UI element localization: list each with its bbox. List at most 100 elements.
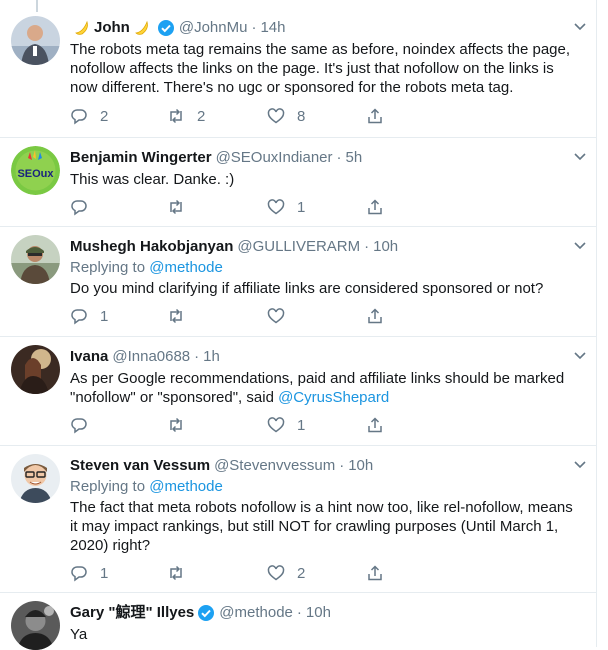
avatar[interactable] [11,345,60,394]
share-button[interactable] [366,197,384,217]
avatar[interactable] [11,235,60,284]
like-button[interactable]: 8 [267,106,305,126]
timestamp[interactable]: 5h [346,148,363,168]
chevron-down-icon[interactable] [572,347,588,363]
heart-icon [267,565,285,581]
author-handle[interactable]: @Stevenvvessum [214,456,335,476]
replying-to-link[interactable]: @methode [149,259,223,276]
retweet-button[interactable]: 2 [167,106,205,126]
replying-to-label: Replying to [70,478,146,495]
author-handle[interactable]: @methode [219,603,293,623]
like-button[interactable]: 1 [267,415,305,435]
tweet[interactable]: Mushegh Hakobjanyan @GULLIVERARM · 10h R… [0,227,596,337]
reply-count: 2 [100,107,109,125]
separator-dot: · [194,348,200,365]
retweet-icon [170,417,182,433]
tweet-actions: 1 2 [70,563,390,583]
like-count: 8 [297,107,306,125]
share-icon [368,308,382,324]
like-button[interactable]: 1 [267,197,305,217]
verified-badge-icon [198,605,215,621]
separator-dot: · [339,457,345,474]
share-button[interactable] [366,563,384,583]
retweet-icon [170,199,182,215]
chevron-down-icon[interactable] [572,148,588,164]
share-button[interactable] [366,306,384,326]
like-count: 1 [297,198,306,216]
share-button[interactable] [366,415,384,435]
retweet-count: 2 [197,107,206,125]
verified-badge-icon [157,20,174,36]
like-button[interactable] [267,306,297,326]
author-handle[interactable]: @SEOuxIndianer [216,148,333,168]
tweet-actions: 1 [70,306,390,326]
reply-icon [71,309,87,325]
reply-icon [71,200,87,216]
tweet-header: John @JohnMu · 14h [70,18,586,38]
reply-button[interactable]: 1 [70,306,108,326]
retweet-icon [170,565,182,581]
heart-icon [267,199,285,215]
timestamp[interactable]: 1h [203,347,220,367]
avatar[interactable] [11,16,60,65]
author-name[interactable]: Mushegh Hakobjanyan [70,237,233,257]
tweet-text: The robots meta tag remains the same as … [70,41,571,96]
tweet[interactable]: Gary "鯨理" Illyes @methode · 10h Ya [0,593,596,650]
share-icon [368,565,382,581]
like-button[interactable]: 2 [267,563,305,583]
tweet[interactable]: John @JohnMu · 14h The robots meta tag r… [0,0,596,137]
retweet-icon [170,308,182,324]
avatar[interactable]: SEOux [11,146,60,195]
banana-icon [75,20,88,35]
avatar[interactable] [11,454,60,503]
timestamp[interactable]: 10h [348,456,373,476]
like-count: 2 [297,564,306,582]
tweet-text: Do you mind clarifying if affiliate link… [70,280,544,297]
tweet-thread: John @JohnMu · 14h The robots meta tag r… [0,0,597,650]
tweet[interactable]: Steven van Vessum @Stevenvvessum · 10h R… [0,446,596,593]
author-handle[interactable]: @GULLIVERARM [237,237,360,257]
reply-button[interactable]: 1 [70,563,108,583]
tweet-text: As per Google recommendations, paid and … [70,369,576,407]
separator-dot: · [364,238,370,255]
author-name[interactable]: Gary "鯨理" Illyes [70,603,194,623]
tweet-header: Gary "鯨理" Illyes @methode · 10h [70,603,576,623]
tweet-header: Steven van Vessum @Stevenvvessum · 10h [70,456,586,476]
chevron-down-icon[interactable] [572,456,588,472]
timestamp[interactable]: 10h [373,237,398,257]
reply-icon [71,418,87,434]
like-count: 1 [297,416,306,434]
tweet-actions: 1 [70,415,390,435]
retweet-button[interactable] [167,197,197,217]
banana-icon [134,20,148,35]
retweet-button[interactable] [167,306,197,326]
reply-count: 1 [100,564,109,582]
tweet-header: Mushegh Hakobjanyan @GULLIVERARM · 10h [70,237,586,257]
reply-button[interactable] [70,197,100,217]
reply-button[interactable]: 2 [70,106,108,126]
tweet-actions: 2 2 8 [70,106,390,126]
chevron-down-icon[interactable] [572,237,588,253]
avatar[interactable] [11,601,60,650]
author-handle[interactable]: @Inna0688 [112,347,190,367]
timestamp[interactable]: 10h [306,603,331,623]
author-name[interactable]: Ivana [70,347,108,367]
reply-button[interactable] [70,415,100,435]
author-name[interactable]: John [94,18,130,38]
retweet-button[interactable] [167,563,197,583]
chevron-down-icon[interactable] [572,18,588,34]
author-name[interactable]: Steven van Vessum [70,456,210,476]
replying-to-line: Replying to @methode [70,258,576,278]
share-button[interactable] [366,106,384,126]
timestamp[interactable]: 14h [260,18,285,38]
replying-to-link[interactable]: @methode [149,478,223,495]
tweet[interactable]: Ivana @Inna0688 · 1h As per Google recom… [0,337,596,446]
mention-link[interactable]: @CyrusShepard [278,389,389,406]
tweet-actions: 1 [70,197,390,217]
author-handle[interactable]: @JohnMu [179,18,248,38]
retweet-button[interactable] [167,415,197,435]
tweet-header: Benjamin Wingerter @SEOuxIndianer · 5h [70,148,586,168]
tweet[interactable]: SEOux Benjamin Wingerter @SEOuxIndianer … [0,137,596,227]
author-name[interactable]: Benjamin Wingerter [70,148,212,168]
reply-count: 1 [100,307,109,325]
